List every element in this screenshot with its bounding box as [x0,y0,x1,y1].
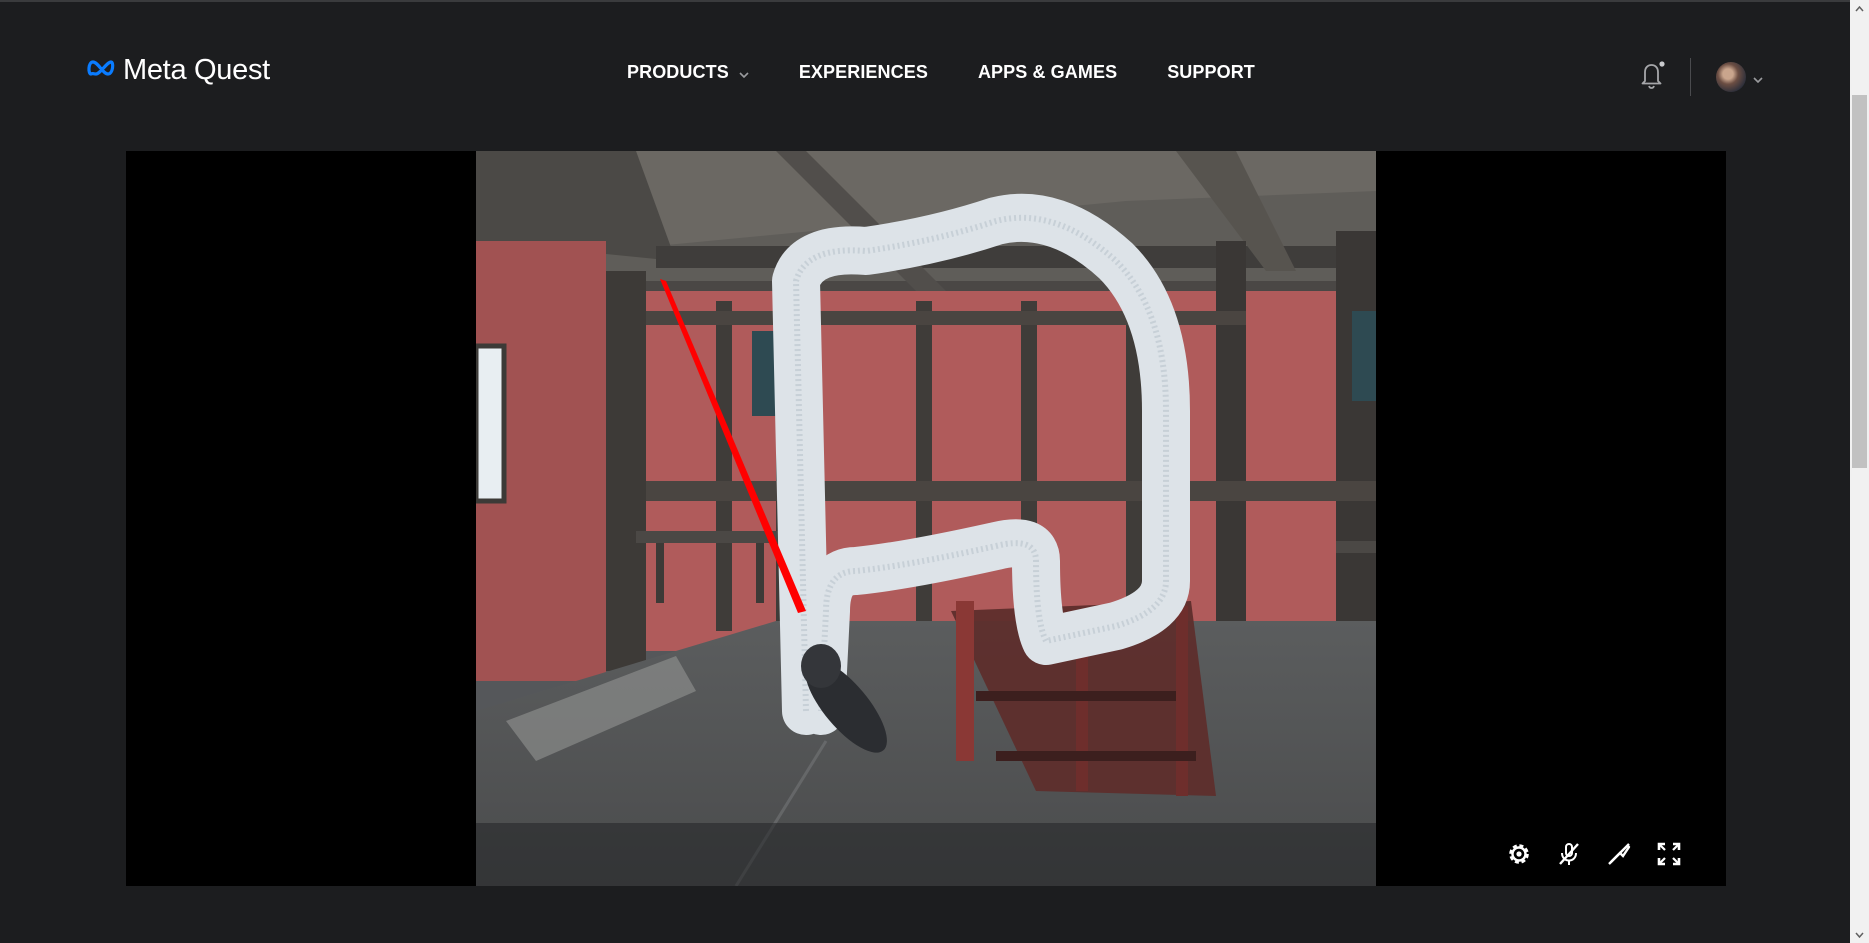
page-scrollbar[interactable] [1850,0,1869,943]
player-controls-bar [476,823,1376,886]
mic-off-icon [1559,843,1579,865]
cast-video-player [126,151,1726,886]
cast-off-button[interactable] [1606,841,1632,867]
nav-experiences[interactable]: EXPERIENCES [799,62,928,83]
player-controls [1506,841,1682,867]
scroll-down-arrow-icon[interactable] [1854,929,1865,940]
scroll-up-arrow-icon[interactable] [1854,3,1865,14]
fullscreen-icon [1657,842,1681,866]
nav-apps-games-label: APPS & GAMES [977,62,1118,82]
chevron-down-icon [739,62,749,83]
nav-products[interactable]: PRODUCTS [627,62,749,83]
mute-microphone-button[interactable] [1556,841,1582,867]
meta-infinity-icon [87,58,119,83]
gear-icon [1509,844,1529,864]
main-navigation: PRODUCTS EXPERIENCES APPS & GAMES SUPPOR… [627,62,1255,83]
nav-experiences-label: EXPERIENCES [798,62,928,82]
settings-button[interactable] [1506,841,1532,867]
vr-cast-stream[interactable] [476,151,1376,886]
fullscreen-button[interactable] [1656,841,1682,867]
user-avatar[interactable] [1716,62,1746,92]
header-divider [1690,58,1691,96]
meta-quest-logo[interactable]: Meta Quest [87,56,270,85]
vr-scene-image [476,151,1376,886]
nav-products-label: PRODUCTS [627,62,729,82]
scrollbar-thumb[interactable] [1852,95,1867,468]
nav-apps-games[interactable]: APPS & GAMES [978,62,1117,83]
site-header: Meta Quest PRODUCTS EXPERIENCES APPS & G… [0,0,1850,150]
cast-off-icon [1608,843,1631,865]
chevron-down-icon[interactable] [1753,70,1763,88]
bell-icon [1641,61,1665,89]
brand-name: Meta Quest [123,54,270,86]
notifications-button[interactable] [1638,60,1666,95]
nav-support[interactable]: SUPPORT [1167,62,1255,83]
nav-support-label: SUPPORT [1167,62,1255,82]
